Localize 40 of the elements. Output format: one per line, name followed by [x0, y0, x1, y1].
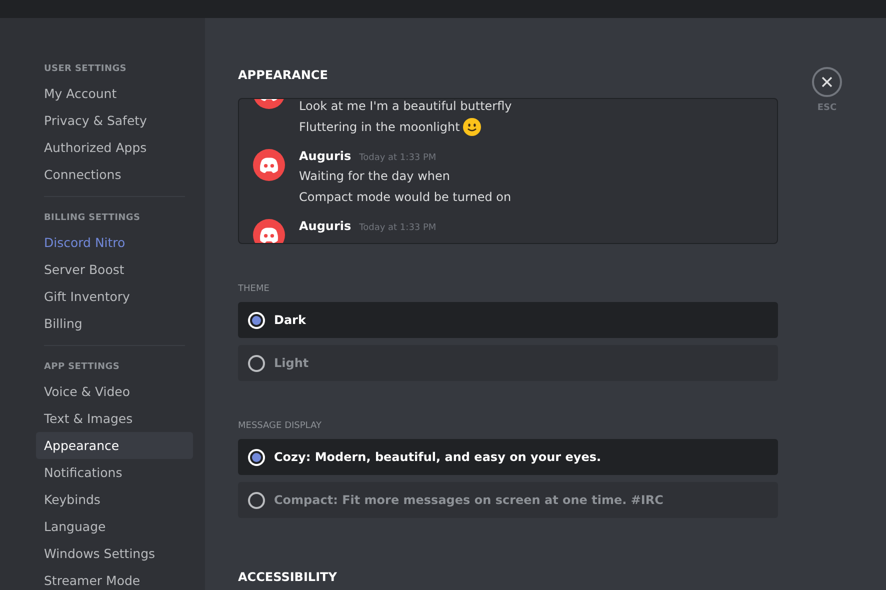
sidebar-item[interactable]: Text & Images — [36, 405, 193, 432]
author-name: Auguris — [299, 219, 352, 233]
radio-option[interactable]: Light — [238, 345, 778, 381]
section-title: APPEARANCE — [238, 68, 329, 82]
sidebar-item[interactable]: Discord Nitro — [36, 229, 193, 256]
sidebar-item[interactable]: Voice & Video — [36, 378, 193, 405]
sidebar-item[interactable]: Authorized Apps — [36, 134, 193, 161]
avatar-icon — [253, 219, 285, 243]
sidebar-item[interactable]: Connections — [36, 161, 193, 188]
sidebar-item[interactable]: Streamer Mode — [36, 567, 193, 590]
sidebar-item[interactable]: Server Boost — [36, 256, 193, 283]
timestamp: Today at 1:33 PM — [359, 223, 436, 233]
section-title: ACCESSIBILITY — [238, 570, 338, 584]
sidebar-item[interactable]: Billing — [36, 310, 193, 337]
sidebar-item[interactable]: My Account — [36, 80, 193, 107]
timestamp: Today at 1:33 PM — [359, 153, 436, 163]
sidebar-item[interactable]: Windows Settings — [36, 540, 193, 567]
esc-label: ESC — [817, 103, 837, 113]
section-label: THEME — [238, 284, 270, 294]
sidebar-heading: BILLING SETTINGS — [43, 212, 142, 225]
sidebar-item[interactable]: Notifications — [36, 459, 193, 486]
message-text: Waiting for the day when — [299, 168, 450, 182]
sidebar-heading: APP SETTINGS — [43, 361, 121, 374]
author-name: Auguris — [299, 149, 352, 163]
close-icon — [821, 76, 833, 88]
message-text: Compact mode would be turned on — [299, 190, 512, 204]
sidebar-item[interactable]: Keybinds — [36, 486, 193, 513]
message-text: Look at me I'm a beautiful butterfly — [299, 99, 512, 112]
section-label: MESSAGE DISPLAY — [238, 421, 322, 431]
radio-option[interactable]: Cozy: Modern, beautiful, and easy on your eyes. — [238, 439, 778, 475]
close-button[interactable] — [812, 67, 842, 97]
sidebar-heading: USER SETTINGS — [43, 63, 128, 76]
radio-option[interactable]: Compact: Fit more messages on screen at one time. #IRC — [238, 482, 778, 518]
radio-option[interactable]: Dark — [238, 302, 778, 338]
sidebar-item[interactable]: Language — [36, 513, 193, 540]
avatar-icon — [253, 149, 285, 181]
message-text: Fluttering in the moonlight — [299, 120, 460, 134]
sidebar-item[interactable]: Privacy & Safety — [36, 107, 193, 134]
sidebar-item[interactable]: Appearance — [36, 432, 193, 459]
sidebar-item[interactable]: Gift Inventory — [36, 283, 193, 310]
